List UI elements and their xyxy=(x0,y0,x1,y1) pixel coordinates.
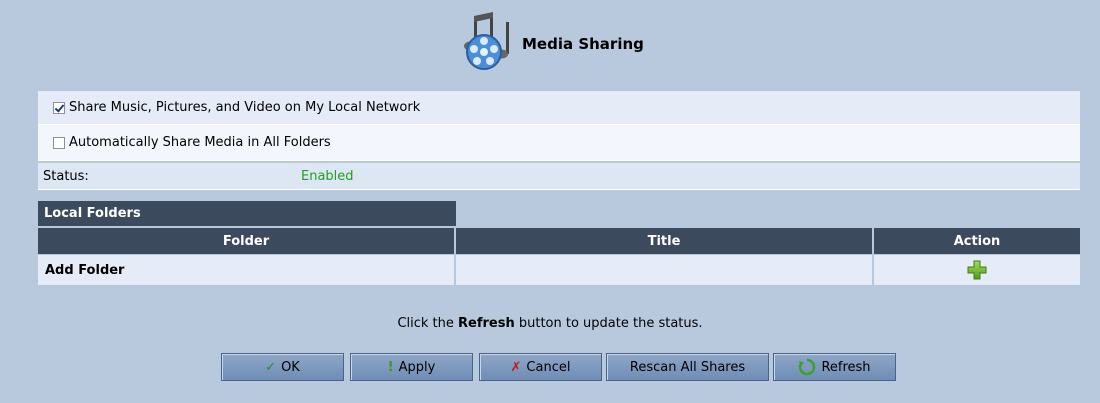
message-prefix: Click the xyxy=(397,316,459,331)
message-bold: Refresh xyxy=(458,316,515,331)
column-header-action: Action xyxy=(874,228,1080,254)
ok-button-label: OK xyxy=(281,359,300,375)
rescan-button-label: Rescan All Shares xyxy=(629,359,746,375)
refresh-button-label: Refresh xyxy=(821,359,871,375)
apply-button[interactable]: ! Apply xyxy=(350,353,473,381)
table-row: Add Folder xyxy=(38,255,1080,285)
auto-share-row: Automatically Share Media in All Folders xyxy=(38,125,1080,161)
share-media-checkbox[interactable] xyxy=(53,101,65,114)
local-folders-header-row: Folder Title Action xyxy=(38,228,1080,254)
ok-button[interactable]: ✓ OK xyxy=(221,353,344,381)
status-label: Status: xyxy=(43,168,89,184)
add-icon[interactable] xyxy=(967,260,987,280)
share-media-row: Share Music, Pictures, and Video on My L… xyxy=(38,91,1080,125)
rescan-all-shares-button[interactable]: Rescan All Shares xyxy=(606,353,769,381)
media-sharing-icon xyxy=(464,12,509,70)
x-icon: ✗ xyxy=(510,359,522,375)
cancel-button-label: Cancel xyxy=(526,359,571,375)
header-title-group: Media Sharing xyxy=(458,12,644,72)
media-sharing-page: Media Sharing Share Music, Pictures, and… xyxy=(0,0,1100,403)
local-folders-caption: Local Folders xyxy=(38,201,456,226)
column-header-title: Title xyxy=(456,228,874,254)
refresh-button[interactable]: Refresh xyxy=(773,353,896,381)
status-value: Enabled xyxy=(301,168,354,184)
row-action-cell xyxy=(874,255,1080,285)
auto-share-checkbox[interactable] xyxy=(53,136,65,149)
refresh-hint-message: Click the Refresh button to update the s… xyxy=(0,316,1100,331)
message-suffix: button to update the status. xyxy=(514,316,703,331)
page-title: Media Sharing xyxy=(522,35,644,53)
cancel-button[interactable]: ✗ Cancel xyxy=(479,353,602,381)
refresh-icon xyxy=(799,358,816,376)
status-row: Status: Enabled xyxy=(38,163,1080,190)
row-title-cell xyxy=(456,255,874,285)
apply-button-label: Apply xyxy=(398,359,436,375)
auto-share-label: Automatically Share Media in All Folders xyxy=(69,135,331,150)
exclamation-icon: ! xyxy=(387,359,394,375)
share-media-label: Share Music, Pictures, and Video on My L… xyxy=(69,100,421,115)
add-folder-link[interactable]: Add Folder xyxy=(38,255,456,285)
page-header: Media Sharing xyxy=(0,0,1100,80)
checkmark-icon: ✓ xyxy=(265,359,277,375)
column-header-folder: Folder xyxy=(38,228,456,254)
